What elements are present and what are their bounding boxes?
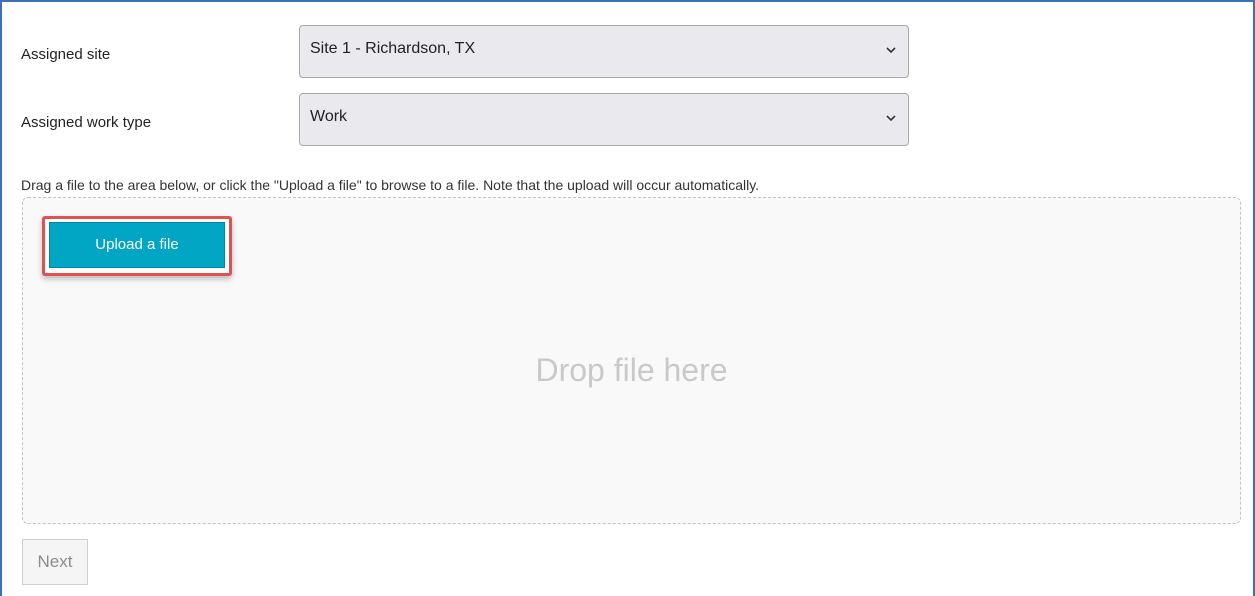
chevron-down-icon <box>886 47 896 54</box>
chevron-down-icon <box>886 115 896 122</box>
drop-file-here-text: Drop file here <box>535 352 728 388</box>
assigned-site-select[interactable]: Site 1 - Richardson, TX <box>299 25 909 78</box>
next-button[interactable]: Next <box>22 539 88 585</box>
assigned-site-value: Site 1 - Richardson, TX <box>310 40 476 57</box>
upload-instructions: Drag a file to the area below, or click … <box>21 177 760 193</box>
assigned-work-type-label: Assigned work type <box>21 114 152 131</box>
upload-form-panel: Assigned site Site 1 - Richardson, TX As… <box>0 0 1255 596</box>
assigned-work-type-value: Work <box>310 108 348 125</box>
assigned-site-label: Assigned site <box>21 46 111 63</box>
assigned-work-type-select[interactable]: Work <box>299 93 909 146</box>
upload-a-file-button[interactable]: Upload a file <box>49 222 225 268</box>
